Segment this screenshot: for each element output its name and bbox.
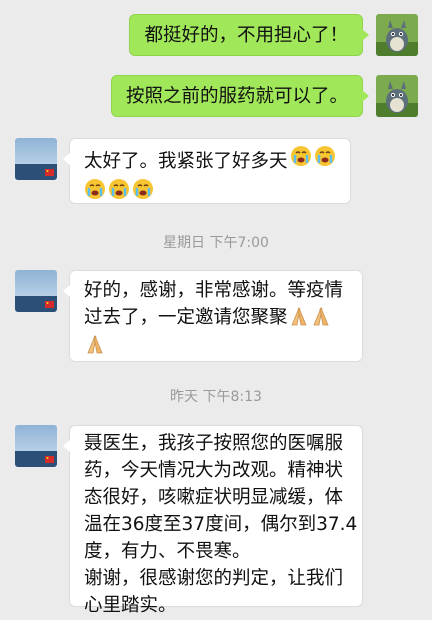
- message-bubble-incoming[interactable]: 太好了。我紧张了好多天: [63, 138, 351, 204]
- chat-thread: 都挺好的，不用担心了！ 按照之前的服药就可以了。 太好了。我紧张了好多天 星期日…: [0, 0, 432, 620]
- crying-emoji-icon: [290, 146, 311, 166]
- message-bubble-outgoing[interactable]: 都挺好的，不用担心了！: [129, 14, 369, 56]
- namaste-emoji-icon: [290, 307, 307, 326]
- message-line: 温在36度至37度间，偶尔到37.4: [84, 514, 358, 535]
- message-line: 谢谢，很感谢您的判定，让我们: [84, 568, 344, 589]
- crying-emoji-icon: [314, 146, 335, 166]
- message-line: 过去了，一定邀请您聚聚: [84, 304, 348, 331]
- message-line: 药，今天情况大为改观。精神状: [84, 460, 344, 481]
- crying-emoji-icon: [109, 179, 129, 199]
- emoji-group: [84, 333, 348, 355]
- sky-sea-avatar-icon: [15, 270, 57, 312]
- message-line: 太好了。我紧张了好多天: [84, 145, 336, 175]
- timestamp: 星期日 下午7:00: [163, 235, 269, 251]
- message-line: 态很好，咳嗽症状明显减缓，体: [84, 487, 344, 508]
- namaste-emoji-icon: [312, 307, 329, 326]
- crying-emoji-icon: [85, 179, 105, 199]
- message-bubble-incoming[interactable]: 聂医生，我孩子按照您的医嘱服 药，今天情况大为改观。精神状 态很好，咳嗽症状明显…: [63, 425, 363, 616]
- self-avatar[interactable]: [376, 14, 418, 56]
- contact-avatar[interactable]: [15, 425, 57, 467]
- namaste-emoji-icon: [87, 335, 103, 354]
- message-bubble-outgoing[interactable]: 按照之前的服药就可以了。: [110, 75, 370, 117]
- message-line: 聂医生，我孩子按照您的医嘱服: [84, 433, 344, 454]
- totoro-avatar-icon: [376, 75, 418, 117]
- message-line: 好的，感谢，非常感谢。等疫情: [84, 280, 344, 301]
- self-avatar[interactable]: [376, 75, 418, 117]
- message-line: 度，有力、不畏寒。: [84, 541, 251, 562]
- message-text: 都挺好的，不用担心了！: [144, 25, 348, 46]
- emoji-group: [84, 178, 336, 200]
- crying-emoji-icon: [133, 179, 153, 199]
- timestamp: 昨天 下午8:13: [170, 389, 262, 405]
- contact-avatar[interactable]: [15, 138, 57, 180]
- contact-avatar[interactable]: [15, 270, 57, 312]
- emoji-group: [290, 145, 336, 167]
- sky-sea-avatar-icon: [15, 425, 57, 467]
- sky-sea-avatar-icon: [15, 138, 57, 180]
- message-text: 太好了。我紧张了好多天: [84, 151, 288, 172]
- totoro-avatar-icon: [376, 14, 418, 56]
- message-line: 心里踏实。: [84, 595, 177, 616]
- message-text: 过去了，一定邀请您聚聚: [84, 307, 288, 328]
- message-bubble-incoming[interactable]: 好的，感谢，非常感谢。等疫情 过去了，一定邀请您聚聚: [63, 270, 363, 362]
- message-text: 按照之前的服药就可以了。: [125, 86, 348, 107]
